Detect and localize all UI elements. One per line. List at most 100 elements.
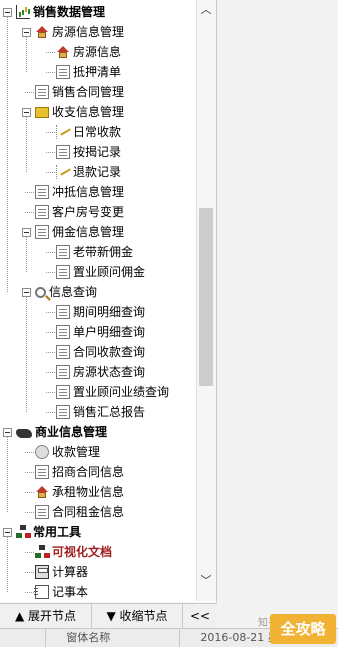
collapse-toggle-icon[interactable] [3,7,12,17]
tree-node-label: 收款管理 [52,445,101,459]
scroll-up-arrow-icon[interactable]: ︿ [200,4,212,16]
tree-node[interactable]: 合同租金信息 [35,502,124,522]
tree-node-label: 房源信息管理 [52,25,125,39]
collapse-toggle-icon[interactable] [22,227,31,237]
tree-node-label: 信息查询 [49,285,98,299]
collapse-toggle-icon[interactable] [3,427,12,437]
document-icon [35,505,49,519]
tree-node[interactable]: 期间明细查询 [56,302,145,322]
collapse-toggle-icon[interactable] [22,27,31,37]
tree-node[interactable]: 可视化文档 [35,542,112,562]
tree-icon [35,545,49,559]
tree-guide-line [26,237,27,272]
tree-node[interactable]: 承租物业信息 [35,482,124,502]
tree-connector [25,92,34,93]
tree-node-label: 销售合同管理 [52,85,125,99]
expand-nodes-button[interactable]: ▲ 展开节点 [0,604,92,628]
tree-node[interactable]: 冲抵信息管理 [35,182,124,202]
tree-node[interactable]: 置业顾问业绩查询 [56,382,169,402]
tree-node[interactable]: 收支信息管理 [22,102,124,122]
document-icon [35,205,49,219]
tree-connector [46,312,55,313]
tree-node-label: 承租物业信息 [52,485,125,499]
tree-guide-line [7,17,8,292]
tree-guide-line [26,297,27,412]
tree-node[interactable]: 退款记录 [56,162,121,182]
tree-node[interactable]: 抵押清单 [56,62,121,82]
tree-node[interactable]: 置业顾问佣金 [56,262,145,282]
tree-connector [25,492,34,493]
tree-scrollbar[interactable]: ︿ ﹀ [196,0,216,601]
document-icon [56,385,70,399]
tree-connector [25,472,34,473]
tree-connector [46,172,55,173]
tree-connector [25,192,34,193]
chart-icon [16,5,30,19]
tree-guide-line [26,37,27,72]
tree-connector [46,252,55,253]
tree-node[interactable]: 常用工具 [3,522,81,542]
scrollbar-thumb[interactable] [199,208,213,386]
tree-node[interactable]: 计算器 [35,562,88,582]
handshake-icon [16,428,32,438]
document-icon [56,145,70,159]
document-icon [56,245,70,259]
tree-node-label: 置业顾问业绩查询 [73,385,170,399]
document-icon [35,225,49,239]
tree-node[interactable]: 招商合同信息 [35,462,124,482]
tree-node-label: 合同租金信息 [52,505,125,519]
tree-connector [25,552,34,553]
tree-node-label: 按揭记录 [73,145,122,159]
collapse-toggle-icon[interactable] [22,107,31,117]
tree-node[interactable]: 按揭记录 [56,142,121,162]
tree-node[interactable]: 记事本 [34,582,88,602]
tree-node[interactable]: 销售合同管理 [35,82,124,102]
tree-connector [46,72,55,73]
tree-node[interactable]: 合同收款查询 [56,342,145,362]
calculator-icon [35,565,49,579]
tree-connector [46,392,55,393]
tree-connector [25,512,34,513]
tree-guide-line [7,537,8,592]
tree-node-label: 可视化文档 [52,545,113,559]
tree-node-label: 合同收款查询 [73,345,146,359]
status-left [0,629,47,647]
tree-node[interactable]: 房源信息管理 [22,22,124,42]
envelope-icon [35,107,49,118]
tree-connector [46,372,55,373]
house-icon [56,45,70,59]
tree-node[interactable]: 佣金信息管理 [22,222,124,242]
tree-node[interactable]: 信息查询 [22,282,97,302]
tree-node-label: 常用工具 [33,525,82,539]
tree-node-label: 招商合同信息 [52,465,125,479]
tree-toolbar: ▲ 展开节点 ▼ 收缩节点 << [0,603,217,628]
house-icon [35,25,49,39]
tree-node-label: 房源状态查询 [73,365,146,379]
tree-node[interactable]: 收款管理 [35,442,100,462]
tree-node-label: 收支信息管理 [52,105,125,119]
tree-node-label: 销售汇总报告 [73,405,146,419]
tree-connector [46,412,55,413]
document-icon [56,405,70,419]
tree-node-label: 佣金信息管理 [52,225,125,239]
tree-node[interactable]: 房源状态查询 [56,362,145,382]
tree-node-label: 置业顾问佣金 [73,265,146,279]
tree-connector [46,332,55,333]
tree-connector [46,272,55,273]
scroll-down-arrow-icon[interactable]: ﹀ [200,575,212,587]
collapse-toggle-icon[interactable] [3,527,12,537]
tree-node-label: 客户房号变更 [52,205,125,219]
coins-icon [35,445,49,459]
collapse-toggle-icon[interactable] [22,287,31,297]
tree-node[interactable]: 老带新佣金 [56,242,133,262]
toggle-panel-button[interactable]: << [183,604,217,628]
tree-node[interactable]: 单户明细查询 [56,322,145,342]
tree-node[interactable]: 商业信息管理 [3,422,107,442]
tree-node[interactable]: 日常收款 [56,122,121,142]
document-icon [56,325,70,339]
tree-node[interactable]: 销售数据管理 [3,2,105,22]
tree-node[interactable]: 客户房号变更 [35,202,124,222]
collapse-nodes-button[interactable]: ▼ 收缩节点 [92,604,183,628]
tree-node[interactable]: 销售汇总报告 [56,402,145,422]
tree-node[interactable]: 房源信息 [56,42,121,62]
